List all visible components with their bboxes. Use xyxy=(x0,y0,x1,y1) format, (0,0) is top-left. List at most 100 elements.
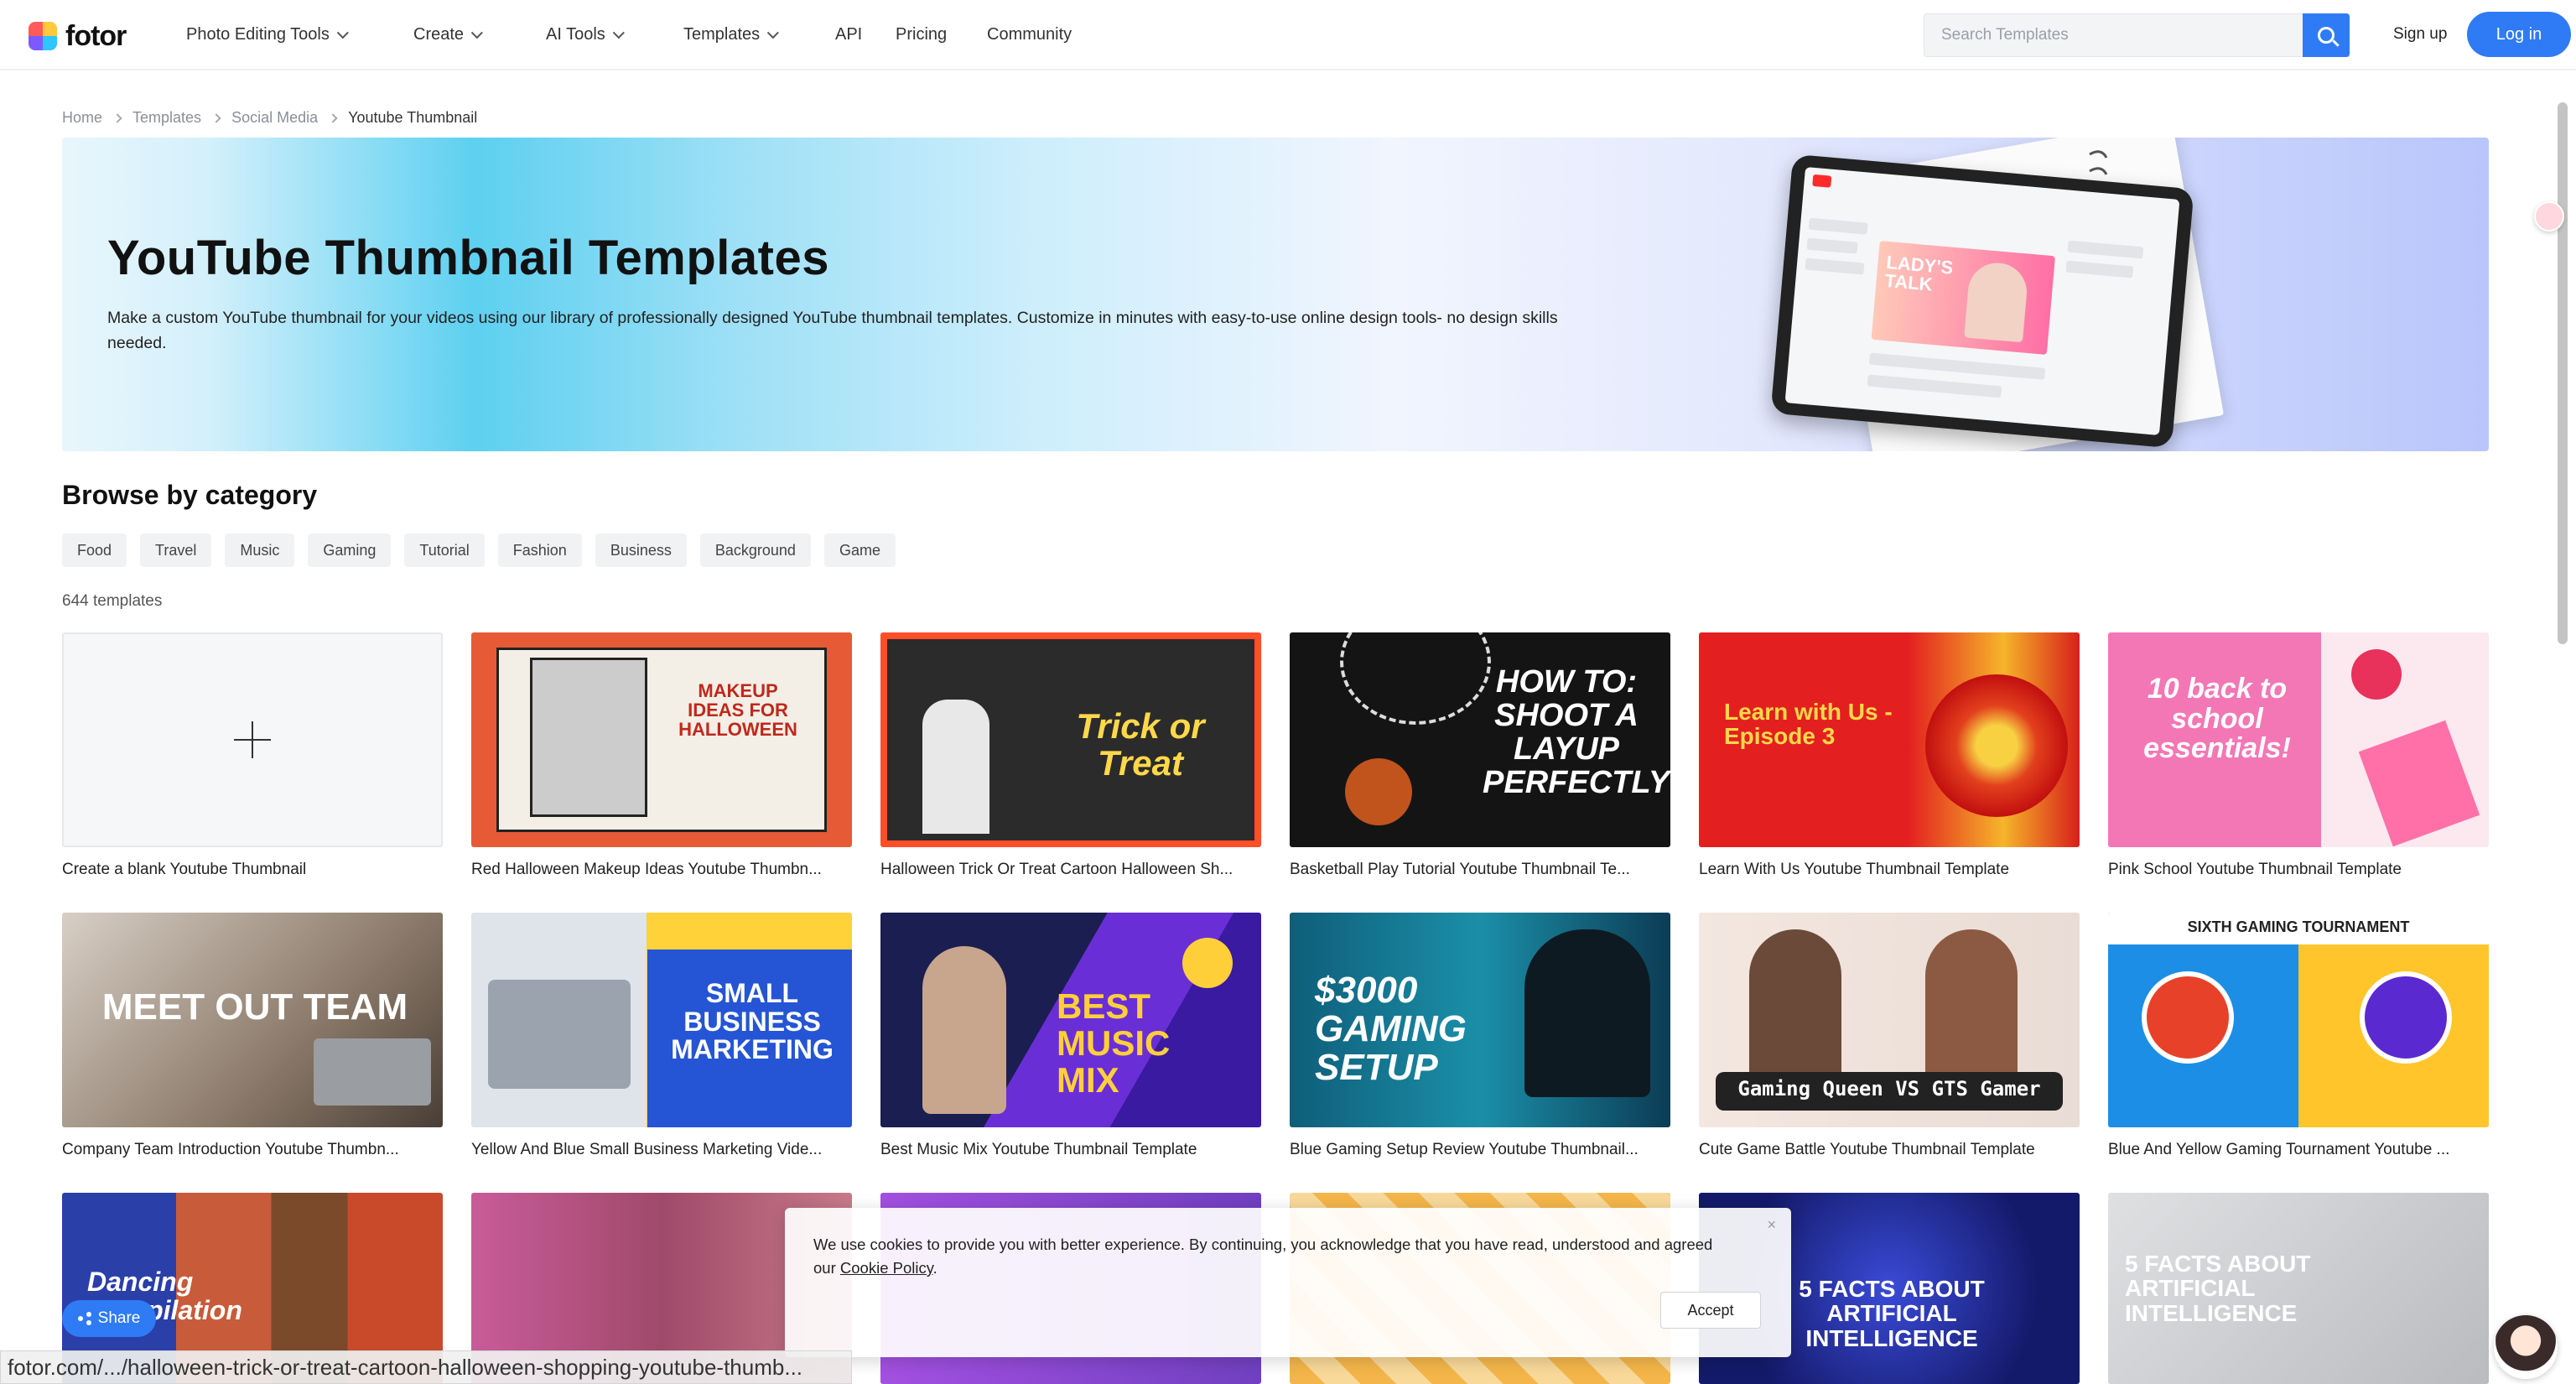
nav-api[interactable]: API xyxy=(835,25,862,44)
login-button[interactable]: Log in xyxy=(2467,12,2571,57)
template-art-text: 5 FACTS ABOUT ARTIFICIAL INTELLIGENCE xyxy=(2125,1251,2311,1326)
fotor-logo-icon xyxy=(29,22,57,50)
template-card-blank[interactable]: Create a blank Youtube Thumbnail xyxy=(62,632,443,879)
template-card[interactable]: 10 back to school essentials! Pink Schoo… xyxy=(2108,632,2489,879)
template-art-text: MAKEUP IDEAS FOR HALLOWEEN xyxy=(678,680,797,741)
template-thumbnail[interactable]: SMALL BUSINESS MARKETING xyxy=(471,913,852,1127)
category-chip-gaming[interactable]: Gaming xyxy=(308,533,392,567)
hero-banner: YouTube Thumbnail Templates Make a custo… xyxy=(62,138,2489,451)
template-label: Red Halloween Makeup Ideas Youtube Thumb… xyxy=(471,861,822,878)
nav-ai-tools[interactable]: AI Tools xyxy=(546,25,625,44)
template-card[interactable]: MEET OUT TEAM Company Team Introduction … xyxy=(62,913,443,1159)
nav-pricing[interactable]: Pricing xyxy=(896,25,947,44)
search-button[interactable] xyxy=(2303,13,2350,57)
template-thumbnail[interactable]: Trick or Treat xyxy=(880,632,1261,847)
nav-photo-editing-tools[interactable]: Photo Editing Tools xyxy=(186,25,349,44)
template-thumbnail[interactable]: Gaming Queen VS GTS Gamer xyxy=(1699,913,2080,1127)
category-chip-business[interactable]: Business xyxy=(595,533,687,567)
template-art-text: 10 back to school essentials! xyxy=(2143,673,2291,765)
page-scrollbar[interactable] xyxy=(2554,72,2569,1384)
template-card[interactable]: SIXTH GAMING TOURNAMENT Blue And Yellow … xyxy=(2108,913,2489,1159)
nav-templates[interactable]: Templates xyxy=(683,25,780,44)
cookie-policy-link[interactable]: Cookie Policy xyxy=(840,1259,933,1277)
category-chip-tutorial[interactable]: Tutorial xyxy=(404,533,485,567)
template-art-text: Gaming Queen VS GTS Gamer xyxy=(1737,1077,2041,1100)
template-card[interactable]: 5 FACTS ABOUT ARTIFICIAL INTELLIGENCE xyxy=(2108,1193,2489,1384)
share-button[interactable]: Share xyxy=(62,1300,156,1337)
nav-community[interactable]: Community xyxy=(987,25,1072,44)
nav-label: Pricing xyxy=(896,25,948,44)
template-art-text: Learn with Us - Episode 3 xyxy=(1724,699,1893,750)
template-card[interactable]: Gaming Queen VS GTS Gamer Cute Game Batt… xyxy=(1699,913,2080,1159)
template-card[interactable]: Trick or Treat Halloween Trick Or Treat … xyxy=(880,632,1261,879)
accept-cookies-button[interactable]: Accept xyxy=(1660,1292,1761,1329)
breadcrumb-templates[interactable]: Templates xyxy=(132,109,201,127)
template-card[interactable]: BEST MUSIC MIX Best Music Mix Youtube Th… xyxy=(880,913,1261,1159)
template-thumbnail[interactable]: HOW TO: SHOOT A LAYUP PERFECTLY! xyxy=(1290,632,1670,847)
template-thumbnail[interactable]: $3000 GAMING SETUP xyxy=(1290,913,1670,1127)
template-label: Blue And Yellow Gaming Tournament Youtub… xyxy=(2108,1141,2450,1158)
template-thumbnail[interactable]: 5 FACTS ABOUT ARTIFICIAL INTELLIGENCE xyxy=(2108,1193,2489,1384)
share-icon xyxy=(77,1312,91,1325)
breadcrumb-home[interactable]: Home xyxy=(62,109,102,127)
tablet-illustration: LADY'S TALK xyxy=(1770,153,2194,449)
close-icon[interactable]: × xyxy=(1767,1216,1776,1234)
top-navigation: fotor Photo Editing Tools Create AI Tool… xyxy=(0,0,2576,70)
category-chip-game[interactable]: Game xyxy=(823,533,896,567)
translate-helper-icon[interactable] xyxy=(2534,201,2564,232)
template-label: Basketball Play Tutorial Youtube Thumbna… xyxy=(1290,861,1630,878)
page-title: YouTube Thumbnail Templates xyxy=(107,231,829,285)
blank-thumbnail[interactable] xyxy=(62,632,443,847)
template-card[interactable]: $3000 GAMING SETUP Blue Gaming Setup Rev… xyxy=(1290,913,1670,1159)
chevron-down-icon xyxy=(612,26,625,39)
template-art-text: SMALL BUSINESS MARKETING xyxy=(671,978,834,1065)
category-chip-food[interactable]: Food xyxy=(62,533,127,567)
browse-title: Browse by category xyxy=(62,480,318,510)
template-label: Company Team Introduction Youtube Thumbn… xyxy=(62,1141,399,1158)
nav-create[interactable]: Create xyxy=(413,25,483,44)
support-avatar[interactable] xyxy=(2494,1315,2558,1379)
template-card[interactable]: MAKEUP IDEAS FOR HALLOWEEN Red Halloween… xyxy=(471,632,852,879)
template-art-text: Trick or Treat xyxy=(1076,706,1205,783)
tablet-screen: LADY'S TALK xyxy=(1784,167,2180,435)
template-card[interactable]: HOW TO: SHOOT A LAYUP PERFECTLY! Basketb… xyxy=(1290,632,1670,879)
template-thumbnail[interactable]: MEET OUT TEAM xyxy=(62,913,443,1127)
template-label: Best Music Mix Youtube Thumbnail Templat… xyxy=(880,1141,1197,1158)
template-art-text: $3000 GAMING SETUP xyxy=(1315,970,1467,1089)
template-label: Cute Game Battle Youtube Thumbnail Templ… xyxy=(1699,1141,2035,1158)
category-chip-fashion[interactable]: Fashion xyxy=(497,533,582,567)
template-label: Learn With Us Youtube Thumbnail Template xyxy=(1699,861,2010,878)
template-art-text: MEET OUT TEAM xyxy=(101,986,408,1028)
template-label: Halloween Trick Or Treat Cartoon Hallowe… xyxy=(880,861,1233,878)
signup-link[interactable]: Sign up xyxy=(2393,25,2447,44)
chevron-down-icon xyxy=(336,26,349,39)
nav-label: Photo Editing Tools xyxy=(186,25,330,44)
template-thumbnail[interactable]: 10 back to school essentials! xyxy=(2108,632,2489,847)
breadcrumb-social-media[interactable]: Social Media xyxy=(231,109,318,127)
breadcrumb-current: Youtube Thumbnail xyxy=(348,109,478,126)
search-input[interactable]: Search Templates xyxy=(1924,13,2350,57)
tablet-thumbnail-image: LADY'S TALK xyxy=(1871,241,2056,355)
search-placeholder: Search Templates xyxy=(1941,26,2069,44)
fotor-logo[interactable]: fotor xyxy=(29,20,127,52)
template-card[interactable]: SMALL BUSINESS MARKETING Yellow And Blue… xyxy=(471,913,852,1159)
template-label: Yellow And Blue Small Business Marketing… xyxy=(471,1141,823,1158)
template-thumbnail[interactable]: Learn with Us - Episode 3 xyxy=(1699,632,2080,847)
template-card[interactable]: Learn with Us - Episode 3 Learn With Us … xyxy=(1699,632,2080,879)
cookie-text: We use cookies to provide you with bette… xyxy=(813,1236,1713,1277)
category-chip-background[interactable]: Background xyxy=(699,533,811,567)
template-thumbnail[interactable]: MAKEUP IDEAS FOR HALLOWEEN xyxy=(471,632,852,847)
chevron-down-icon xyxy=(766,26,780,39)
template-art-text: HOW TO: SHOOT A LAYUP PERFECTLY! xyxy=(1483,664,1670,800)
category-chip-music[interactable]: Music xyxy=(225,533,295,567)
share-label: Share xyxy=(97,1309,141,1327)
template-label: Create a blank Youtube Thumbnail xyxy=(62,861,307,878)
scrollbar-thumb[interactable] xyxy=(2558,102,2568,644)
template-thumbnail[interactable]: SIXTH GAMING TOURNAMENT xyxy=(2108,913,2489,1127)
template-count: 644 templates xyxy=(62,592,163,610)
browser-status-url: fotor.com/.../halloween-trick-or-treat-c… xyxy=(0,1350,852,1384)
nav-label: API xyxy=(835,25,863,44)
cookie-banner: We use cookies to provide you with bette… xyxy=(785,1208,1791,1357)
template-thumbnail[interactable]: BEST MUSIC MIX xyxy=(880,913,1261,1127)
category-chip-travel[interactable]: Travel xyxy=(140,533,212,567)
